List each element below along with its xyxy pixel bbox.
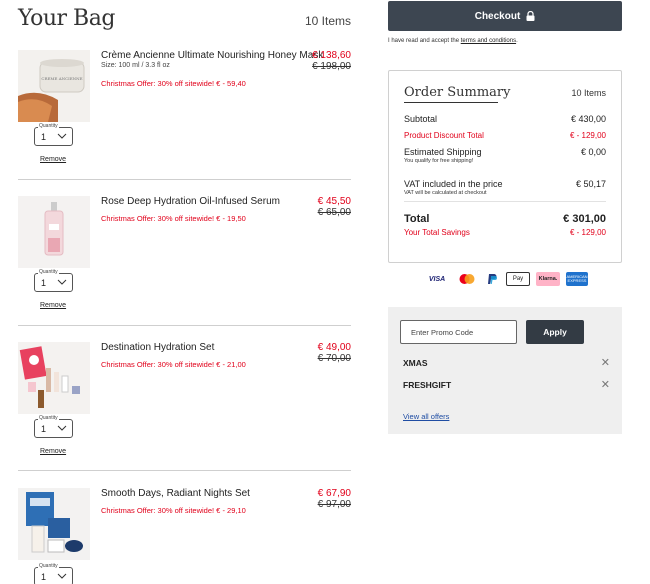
quantity-label: Quantity	[38, 415, 59, 421]
quantity-label: Quantity	[38, 269, 59, 275]
order-summary: Order Summary 10 Items Subtotal € 430,00…	[388, 70, 622, 263]
promo-panel: Apply XMAS ✕ FRESHGIFT ✕ View all offers	[388, 307, 622, 434]
price-current: € 138,60	[312, 50, 351, 61]
item-offer: Christmas Offer: 30% off sitewide! € - 1…	[101, 214, 246, 223]
bag-header: Your Bag 10 Items	[18, 4, 351, 34]
savings-label: Your Total Savings	[404, 228, 470, 237]
applied-code: FRESHGIFT ✕	[403, 378, 610, 391]
summary-item-count: 10 Items	[571, 88, 606, 98]
amex-icon: AMERICAN EXPRESS	[566, 272, 588, 286]
total-value: € 301,00	[563, 213, 606, 225]
summary-divider	[404, 201, 606, 202]
price-current: € 49,00	[317, 342, 351, 353]
savings-value: € - 129,00	[569, 228, 606, 237]
discount-label: Product Discount Total	[404, 131, 484, 140]
item-offer: Christmas Offer: 30% off sitewide! € - 2…	[101, 360, 246, 369]
chevron-down-icon	[57, 573, 67, 579]
summary-title-underline	[404, 102, 498, 103]
price-original: € 65,00	[317, 207, 351, 218]
cart-item: Smooth Days, Radiant Nights Set Christma…	[18, 488, 351, 584]
quantity-value: 1	[41, 278, 47, 288]
code-name: FRESHGIFT	[403, 380, 452, 390]
close-icon[interactable]: ✕	[601, 378, 610, 391]
lock-icon	[526, 11, 535, 21]
promo-code-input[interactable]	[400, 320, 517, 344]
terms-prefix: I have read and accept the	[388, 38, 461, 44]
cart-item: Rose Deep Hydration Oil-Infused Serum Ch…	[18, 196, 351, 326]
mastercard-icon	[456, 272, 478, 286]
vat-note: VAT will be calculated at checkout	[404, 190, 487, 196]
quantity-label: Quantity	[38, 563, 59, 569]
code-name: XMAS	[403, 358, 428, 368]
remove-button[interactable]: Remove	[40, 302, 66, 309]
item-name[interactable]: Crème Ancienne Ultimate Nourishing Honey…	[101, 50, 323, 61]
view-all-offers-link[interactable]: View all offers	[403, 412, 449, 421]
checkout-button[interactable]: Checkout	[388, 1, 622, 31]
paypal-icon	[484, 272, 500, 286]
page-title: Your Bag	[18, 6, 115, 31]
shipping-value: € 0,00	[580, 147, 606, 157]
item-name[interactable]: Rose Deep Hydration Oil-Infused Serum	[101, 196, 280, 207]
quantity-select[interactable]: Quantity 1	[34, 269, 73, 292]
item-name[interactable]: Destination Hydration Set	[101, 342, 214, 353]
item-price: € 138,60 € 198,00	[312, 50, 351, 72]
terms-notice: I have read and accept the terms and con…	[388, 38, 518, 44]
terms-link[interactable]: terms and conditions	[461, 38, 516, 44]
total-label: Total	[404, 213, 430, 225]
price-original: € 97,00	[317, 499, 351, 510]
item-price: € 49,00 € 70,00	[318, 342, 351, 364]
subtotal-value: € 430,00	[570, 114, 606, 124]
shipping-note: You qualify for free shipping!	[404, 158, 474, 164]
quantity-select[interactable]: Quantity 1	[34, 415, 73, 438]
price-current: € 45,50	[317, 196, 351, 207]
item-price: € 45,50 € 65,00	[318, 196, 351, 218]
payment-methods: VISA Pay Klarna. AMERICAN EXPRESS	[424, 271, 588, 287]
price-current: € 67,90	[317, 488, 351, 499]
remove-button[interactable]: Remove	[40, 448, 66, 455]
vat-label: VAT included in the price	[404, 179, 503, 189]
applied-code: XMAS ✕	[403, 356, 610, 369]
cart-item: CREME ANCIENNE Crème Ancienne Ultimate N…	[18, 50, 351, 180]
product-image[interactable]: CREME ANCIENNE	[18, 50, 90, 122]
item-offer: Christmas Offer: 30% off sitewide! € - 5…	[101, 79, 246, 88]
apple-pay-icon: Pay	[506, 272, 530, 286]
product-image[interactable]	[18, 196, 90, 268]
remove-button[interactable]: Remove	[40, 156, 66, 163]
quantity-label: Quantity	[38, 123, 59, 129]
price-original: € 198,00	[312, 61, 351, 72]
quantity-value: 1	[41, 424, 47, 434]
discount-value: € - 129,00	[569, 131, 606, 140]
item-name[interactable]: Smooth Days, Radiant Nights Set	[101, 488, 250, 499]
apply-button[interactable]: Apply	[526, 320, 584, 344]
product-image[interactable]	[18, 488, 90, 560]
price-original: € 70,00	[317, 353, 351, 364]
vat-value: € 50,17	[575, 179, 606, 189]
terms-suffix: .	[516, 38, 518, 44]
subtotal-label: Subtotal	[404, 114, 438, 124]
close-icon[interactable]: ✕	[601, 356, 610, 369]
cart-item: Destination Hydration Set Christmas Offe…	[18, 342, 351, 471]
klarna-icon: Klarna.	[536, 272, 560, 286]
product-image[interactable]	[18, 342, 90, 414]
chevron-down-icon	[57, 425, 67, 431]
quantity-value: 1	[41, 132, 47, 142]
item-size: Size: 100 ml / 3.3 fl oz	[101, 62, 170, 69]
summary-title: Order Summary	[404, 85, 511, 100]
quantity-select[interactable]: Quantity 1	[34, 123, 73, 146]
quantity-select[interactable]: Quantity 1	[34, 563, 73, 584]
visa-icon: VISA	[428, 275, 446, 283]
bag-item-count: 10 Items	[304, 14, 351, 28]
chevron-down-icon	[57, 133, 67, 139]
item-offer: Christmas Offer: 30% off sitewide! € - 2…	[101, 506, 246, 515]
checkout-label: Checkout	[474, 10, 521, 22]
shipping-label: Estimated Shipping	[404, 147, 482, 157]
quantity-value: 1	[41, 572, 47, 582]
item-price: € 67,90 € 97,00	[318, 488, 351, 510]
chevron-down-icon	[57, 279, 67, 285]
svg-text:CREME ANCIENNE: CREME ANCIENNE	[41, 76, 82, 81]
